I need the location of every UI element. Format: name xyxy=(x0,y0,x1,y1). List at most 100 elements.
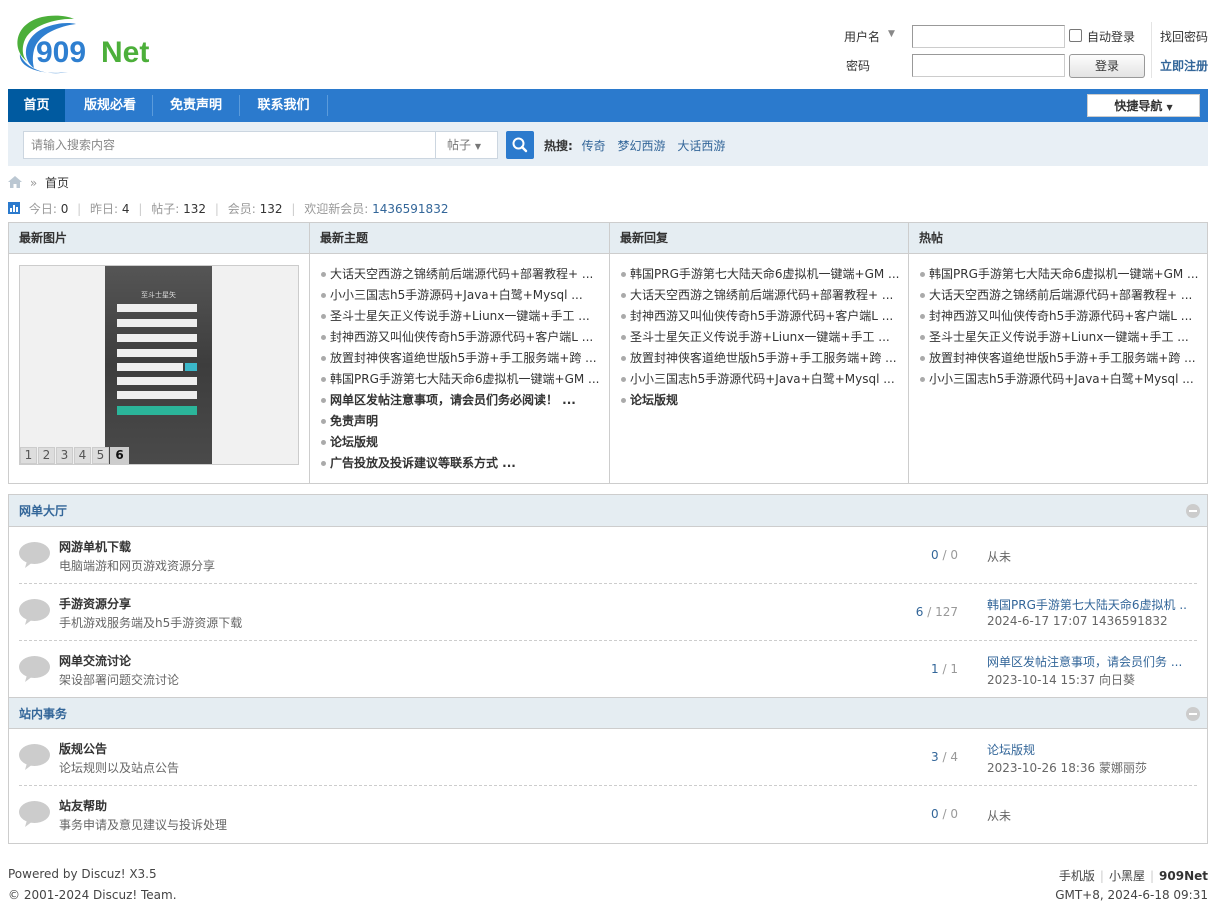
hot-thread-link[interactable]: 放置封神侠客道绝世版h5手游+手工服务端+跨 ... xyxy=(919,348,1207,369)
chevron-down-icon: ▼ xyxy=(1166,103,1173,112)
hot-thread-link[interactable]: 韩国PRG手游第七大陆天命6虚拟机一键端+GM ... xyxy=(919,264,1207,285)
image-field xyxy=(117,391,197,399)
home-icon[interactable] xyxy=(8,176,22,188)
hot-search-term[interactable]: 大话西游 xyxy=(677,139,725,153)
topic-link[interactable]: 放置封神侠客道绝世版h5手游+手工服务端+跨 ... xyxy=(320,348,609,369)
nav-disclaimer[interactable]: 免责声明 xyxy=(155,89,237,122)
hot-searches: 热搜: 传奇 梦幻西游 大话西游 xyxy=(544,137,733,154)
quick-nav-button[interactable]: 快捷导航 ▼ xyxy=(1087,94,1200,117)
login-button[interactable]: 登录 xyxy=(1069,54,1145,78)
last-post-link[interactable]: 网单区发帖注意事项，请会员们务 ... xyxy=(987,653,1187,670)
topic-link[interactable]: 大话天空西游之锦绣前后端源代码+部署教程+ ... xyxy=(320,264,609,285)
nav-divider xyxy=(152,95,153,116)
post-count: 4 xyxy=(950,750,958,764)
hot-thread-link[interactable]: 圣斗士星矢正义传说手游+Liunx一键端+手工 ... xyxy=(919,327,1207,348)
collapse-icon[interactable] xyxy=(1186,707,1200,721)
topic-link[interactable]: 封神西游又叫仙侠传奇h5手游源代码+客户端L ... xyxy=(320,327,609,348)
forum-section: 网单大厅 网游单机下载 电脑端游和网页游戏资源分享 0 / 0 从未 手游资源分… xyxy=(8,494,1208,699)
reply-link[interactable]: 小小三国志h5手游源代码+Java+白鹭+Mysql ... xyxy=(620,369,908,390)
forum-name[interactable]: 站友帮助 xyxy=(59,797,107,814)
forum-bubble-icon xyxy=(19,542,50,568)
collapse-icon[interactable] xyxy=(1186,504,1200,518)
topic-link[interactable]: 圣斗士星矢正义传说手游+Liunx一键端+手工 ... xyxy=(320,306,609,327)
forum-name[interactable]: 版规公告 xyxy=(59,740,107,757)
reply-link[interactable]: 圣斗士星矢正义传说手游+Liunx一键端+手工 ... xyxy=(620,327,908,348)
find-password-link[interactable]: 找回密码 xyxy=(1160,28,1208,45)
search-icon xyxy=(512,137,528,153)
forum-bubble-icon xyxy=(19,744,50,770)
topic-link[interactable]: 广告投放及投诉建议等联系方式 ... xyxy=(320,453,609,474)
powered-by[interactable]: Powered by Discuz! X3.5 xyxy=(8,867,157,881)
site-name-link[interactable]: 909Net xyxy=(1159,869,1208,883)
slideshow-image[interactable]: 至斗士星矢 xyxy=(105,266,212,464)
forum-name[interactable]: 网游单机下载 xyxy=(59,538,131,555)
forum-description: 事务申请及意见建议与投诉处理 xyxy=(59,818,228,832)
topic-link[interactable]: 韩国PRG手游第七大陆天命6虚拟机一键端+GM ... xyxy=(320,369,609,390)
register-link[interactable]: 立即注册 xyxy=(1160,57,1208,74)
section-title[interactable]: 站内事务 xyxy=(19,707,67,721)
slide-page-4[interactable]: 4 xyxy=(74,447,91,464)
topic-link[interactable]: 论坛版规 xyxy=(320,432,609,453)
hot-thread-link[interactable]: 大话天空西游之锦绣前后端源代码+部署教程+ ... xyxy=(919,285,1207,306)
search-bar: 请输入搜索内容 帖子 ▼ 热搜: 传奇 梦幻西游 大话西游 xyxy=(8,122,1208,166)
reply-link[interactable]: 封神西游又叫仙侠传奇h5手游源代码+客户端L ... xyxy=(620,306,908,327)
topic-link[interactable]: 免责声明 xyxy=(320,411,609,432)
mobile-version-link[interactable]: 手机版 xyxy=(1059,869,1095,883)
reply-link[interactable]: 放置封神侠客道绝世版h5手游+手工服务端+跨 ... xyxy=(620,348,908,369)
topic-link[interactable]: 小小三国志h5手游源码+Java+白鹭+Mysql ... xyxy=(320,285,609,306)
breadcrumb-current[interactable]: 首页 xyxy=(45,176,69,190)
hot-thread-link[interactable]: 小小三国志h5手游源代码+Java+白鹭+Mysql ... xyxy=(919,369,1207,390)
nav-home[interactable]: 首页 xyxy=(8,89,65,122)
post-count: 127 xyxy=(935,605,958,619)
slide-page-2[interactable]: 2 xyxy=(38,447,55,464)
username-input[interactable] xyxy=(912,25,1065,48)
nav-contact[interactable]: 联系我们 xyxy=(241,89,326,122)
image-button xyxy=(117,406,197,415)
hot-search-label: 热搜: xyxy=(544,139,573,153)
forum-bubble-icon xyxy=(19,801,50,827)
forum-section: 站内事务 版规公告 论坛规则以及站点公告 3 / 4 论坛版规 2023-10-… xyxy=(8,697,1208,844)
search-button[interactable] xyxy=(506,131,534,159)
welcome-label: 欢迎新会员: xyxy=(304,202,369,216)
last-post-link[interactable]: 韩国PRG手游第七大陆天命6虚拟机 ... xyxy=(987,596,1187,613)
username-label: 用户名 xyxy=(844,30,881,44)
blackroom-link[interactable]: 小黑屋 xyxy=(1109,869,1145,883)
hot-search-term[interactable]: 梦幻西游 xyxy=(617,139,665,153)
hot-thread-link[interactable]: 封神西游又叫仙侠传奇h5手游源代码+客户端L ... xyxy=(919,306,1207,327)
latest-pictures-column: 最新图片 至斗士星矢 1 2 3 4 5 6 xyxy=(9,223,310,483)
auto-login-checkbox[interactable] xyxy=(1069,29,1082,42)
password-input[interactable] xyxy=(912,54,1065,77)
image-field xyxy=(117,377,197,385)
hot-threads-column: 热帖 韩国PRG手游第七大陆天命6虚拟机一键端+GM ... 大话天空西游之锦绣… xyxy=(909,223,1207,483)
forum-row: 手游资源分享 手机游戏服务端及h5手游资源下载 6 / 127 韩国PRG手游第… xyxy=(19,584,1197,641)
last-post-meta: 2023-10-26 18:36 蒙娜丽莎 xyxy=(987,761,1147,775)
forum-row: 网单交流讨论 架设部署问题交流讨论 1 / 1 网单区发帖注意事项，请会员们务 … xyxy=(19,641,1197,698)
nav-rules[interactable]: 版规必看 xyxy=(70,89,150,122)
picture-slideshow[interactable]: 至斗士星矢 1 2 3 4 5 6 xyxy=(19,265,299,465)
thread-count: 6 xyxy=(915,605,924,619)
username-dropdown-icon[interactable]: ▼ xyxy=(888,29,895,39)
search-input[interactable]: 请输入搜索内容 xyxy=(23,131,436,159)
reply-link[interactable]: 论坛版规 xyxy=(620,390,908,411)
slide-page-6[interactable]: 6 xyxy=(110,447,129,464)
forum-name[interactable]: 网单交流讨论 xyxy=(59,652,131,669)
forum-name[interactable]: 手游资源分享 xyxy=(59,595,131,612)
reply-link[interactable]: 大话天空西游之锦绣前后端源代码+部署教程+ ... xyxy=(620,285,908,306)
topic-link[interactable]: 网单区发帖注意事项，请会员们务必阅读！ ... xyxy=(320,390,609,411)
last-post-never: 从未 xyxy=(987,550,1012,564)
forum-counts: 0 / 0 xyxy=(931,548,958,562)
reply-link[interactable]: 韩国PRG手游第七大陆天命6虚拟机一键端+GM ... xyxy=(620,264,908,285)
site-logo[interactable]: 909 Net xyxy=(8,10,188,80)
latest-pictures-title: 最新图片 xyxy=(9,223,309,254)
section-title[interactable]: 网单大厅 xyxy=(19,504,67,518)
post-count: 1 xyxy=(950,662,958,676)
newest-member-link[interactable]: 1436591832 xyxy=(372,202,448,216)
slide-page-5[interactable]: 5 xyxy=(92,447,109,464)
last-post-link[interactable]: 论坛版规 xyxy=(987,741,1187,758)
slide-page-3[interactable]: 3 xyxy=(56,447,73,464)
slide-page-1[interactable]: 1 xyxy=(20,447,37,464)
hot-search-term[interactable]: 传奇 xyxy=(582,139,606,153)
forum-stats: 今日: 0 | 昨日: 4 | 帖子: 132 | 会员: 132 | 欢迎新会… xyxy=(8,200,448,217)
thread-count: 0 xyxy=(931,807,939,821)
search-type-select[interactable]: 帖子 ▼ xyxy=(435,131,498,159)
